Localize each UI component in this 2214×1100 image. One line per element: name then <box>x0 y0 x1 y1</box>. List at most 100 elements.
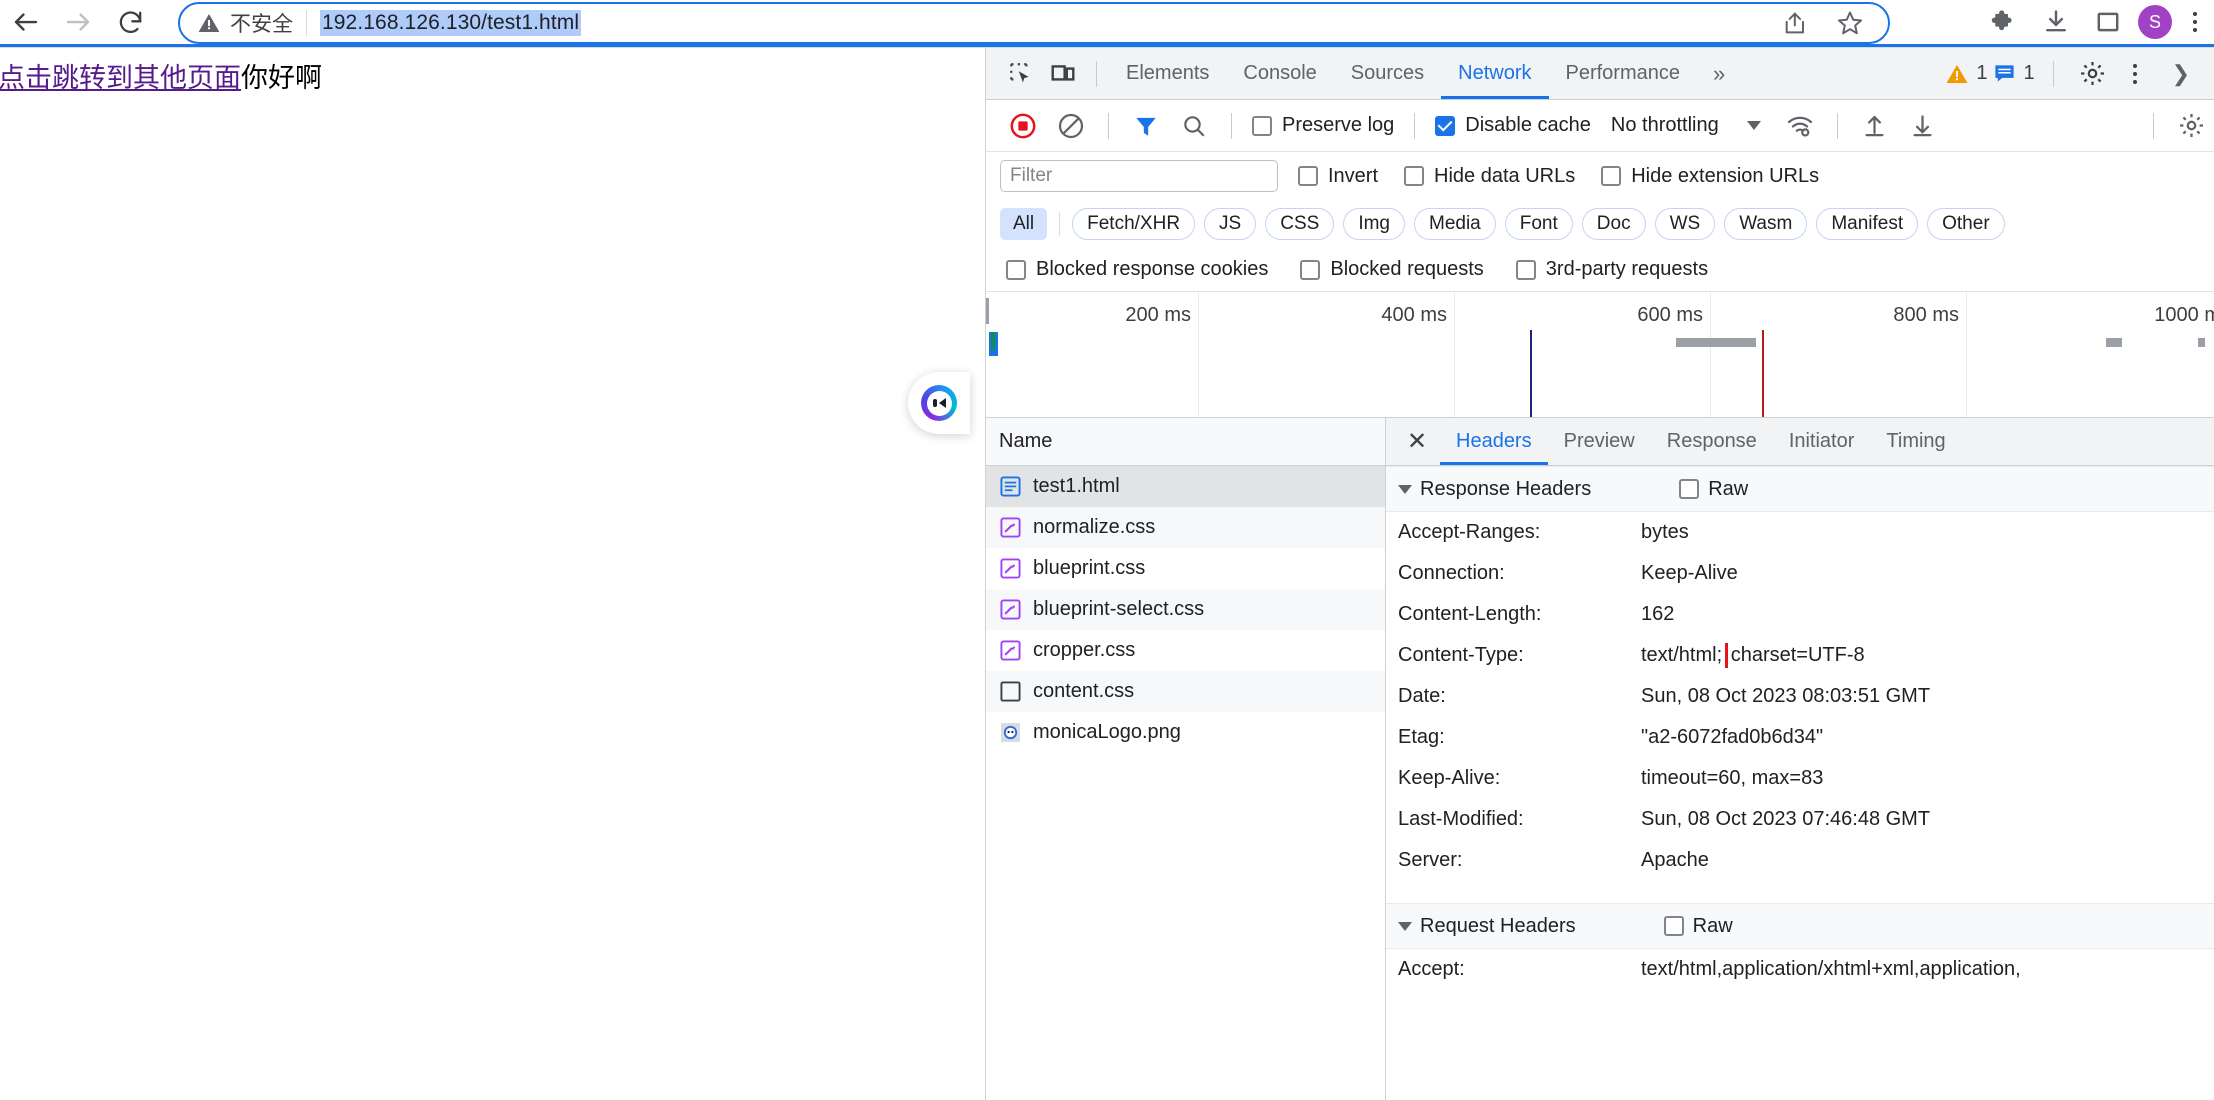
blocked-requests-option[interactable]: Blocked requests <box>1294 258 1489 281</box>
header-value[interactable]: bytes <box>1641 521 1689 544</box>
filter-funnel-icon[interactable] <box>1123 104 1169 148</box>
header-value[interactable]: Sun, 08 Oct 2023 08:03:51 GMT <box>1641 685 1930 708</box>
chevron-down-icon[interactable] <box>1747 121 1761 130</box>
header-value[interactable]: 162 <box>1641 603 1674 626</box>
hide-extension-urls-option[interactable]: Hide extension URLs <box>1595 165 1825 188</box>
tab-performance[interactable]: Performance <box>1549 48 1698 99</box>
monica-assistant-button[interactable] <box>908 372 970 434</box>
filter-pill-font[interactable]: Font <box>1505 208 1573 240</box>
disable-cache-option[interactable]: Disable cache <box>1429 114 1597 137</box>
filter-pill-doc[interactable]: Doc <box>1582 208 1646 240</box>
request-headers-section-header[interactable]: Request Headers Raw <box>1386 903 2214 949</box>
request-column-header[interactable]: Name <box>986 418 1385 466</box>
filter-pill-manifest[interactable]: Manifest <box>1816 208 1918 240</box>
header-value[interactable]: Apache <box>1641 849 1709 872</box>
filter-input[interactable] <box>1000 160 1278 192</box>
tab-preview[interactable]: Preview <box>1548 418 1651 465</box>
network-overview-timeline[interactable]: 200 ms 400 ms 600 ms 800 ms 1000 ms <box>986 292 2214 418</box>
table-row[interactable]: monicaLogo.png <box>986 712 1385 753</box>
filter-pill-media[interactable]: Media <box>1414 208 1496 240</box>
device-toolbar-icon[interactable] <box>1042 54 1084 94</box>
table-row[interactable]: test1.html <box>986 466 1385 507</box>
third-party-requests-checkbox[interactable] <box>1516 260 1536 280</box>
preserve-log-checkbox[interactable] <box>1252 116 1272 136</box>
search-icon[interactable] <box>1171 104 1217 148</box>
response-headers-section-header[interactable]: Response Headers Raw <box>1386 466 2214 512</box>
inspect-element-icon[interactable] <box>1000 54 1042 94</box>
filter-pill-all[interactable]: All <box>1000 208 1047 240</box>
filter-pill-fetch-xhr[interactable]: Fetch/XHR <box>1072 208 1195 240</box>
preserve-log-option[interactable]: Preserve log <box>1246 114 1400 137</box>
share-icon[interactable] <box>1774 1 1818 45</box>
request-raw-option[interactable]: Raw <box>1664 915 1733 938</box>
response-raw-option[interactable]: Raw <box>1679 478 1748 501</box>
forward-arrow-icon[interactable] <box>52 0 104 44</box>
filter-pill-js[interactable]: JS <box>1204 208 1256 240</box>
browser-menu-icon[interactable] <box>2180 0 2210 44</box>
info-badge[interactable]: 1 <box>1993 62 2034 85</box>
back-arrow-icon[interactable] <box>0 0 52 44</box>
devtools-menu-icon[interactable] <box>2120 52 2150 96</box>
filter-pill-wasm[interactable]: Wasm <box>1724 208 1807 240</box>
table-row[interactable]: blueprint.css <box>986 548 1385 589</box>
throttling-select[interactable]: No throttling <box>1599 114 1731 137</box>
table-row[interactable]: blueprint-select.css <box>986 589 1385 630</box>
side-panel-icon[interactable] <box>2086 0 2130 44</box>
disclosure-triangle-icon[interactable] <box>1398 922 1412 931</box>
clear-icon[interactable] <box>1048 104 1094 148</box>
download-har-icon[interactable] <box>1900 104 1946 148</box>
header-value[interactable]: text/html,application/xhtml+xml,applicat… <box>1641 958 2021 981</box>
table-row[interactable]: content.css <box>986 671 1385 712</box>
record-stop-icon[interactable] <box>1000 104 1046 148</box>
download-icon[interactable] <box>2034 0 2078 44</box>
tab-headers[interactable]: Headers <box>1440 418 1548 465</box>
table-row[interactable]: normalize.css <box>986 507 1385 548</box>
request-name: cropper.css <box>1033 639 1135 662</box>
page-link[interactable]: 点击跳转到其他页面 <box>0 63 241 93</box>
more-panels-icon[interactable]: » <box>1697 48 1741 99</box>
table-row[interactable]: cropper.css <box>986 630 1385 671</box>
address-bar[interactable]: 不安全 192.168.126.130/test1.html <box>178 2 1890 44</box>
invert-option[interactable]: Invert <box>1292 165 1384 188</box>
puzzle-piece-icon[interactable] <box>1982 0 2026 44</box>
filter-pill-css[interactable]: CSS <box>1265 208 1334 240</box>
response-raw-checkbox[interactable] <box>1679 479 1699 499</box>
close-icon[interactable]: ✕ <box>1400 425 1434 459</box>
hide-data-urls-checkbox[interactable] <box>1404 166 1424 186</box>
header-value[interactable]: "a2-6072fad0b6d34" <box>1641 726 1823 749</box>
dock-chevron-icon[interactable]: ❯ <box>2156 48 2206 99</box>
tab-network[interactable]: Network <box>1441 48 1548 99</box>
reload-icon[interactable] <box>104 0 156 44</box>
blocked-response-cookies-option[interactable]: Blocked response cookies <box>1000 258 1274 281</box>
network-conditions-icon[interactable] <box>1777 104 1823 148</box>
filter-pill-img[interactable]: Img <box>1343 208 1405 240</box>
tab-response[interactable]: Response <box>1651 418 1773 465</box>
tab-sources[interactable]: Sources <box>1334 48 1441 99</box>
hide-extension-urls-checkbox[interactable] <box>1601 166 1621 186</box>
network-settings-icon[interactable] <box>2168 104 2214 148</box>
filter-pill-other[interactable]: Other <box>1927 208 2005 240</box>
tab-console[interactable]: Console <box>1226 48 1333 99</box>
disable-cache-checkbox[interactable] <box>1435 116 1455 136</box>
header-value[interactable]: Sun, 08 Oct 2023 07:46:48 GMT <box>1641 808 1930 831</box>
upload-har-icon[interactable] <box>1852 104 1898 148</box>
gear-icon[interactable] <box>2072 54 2114 94</box>
header-value[interactable]: Keep-Alive <box>1641 562 1738 585</box>
tab-initiator[interactable]: Initiator <box>1773 418 1871 465</box>
third-party-requests-option[interactable]: 3rd-party requests <box>1510 258 1714 281</box>
tab-elements[interactable]: Elements <box>1109 48 1226 99</box>
warning-badge[interactable]: 1 <box>1945 62 1987 86</box>
invert-checkbox[interactable] <box>1298 166 1318 186</box>
profile-avatar[interactable]: S <box>2138 5 2172 39</box>
blocked-requests-checkbox[interactable] <box>1300 260 1320 280</box>
url-text[interactable]: 192.168.126.130/test1.html <box>320 10 581 36</box>
star-icon[interactable] <box>1828 1 1872 45</box>
tab-timing[interactable]: Timing <box>1870 418 1961 465</box>
request-raw-checkbox[interactable] <box>1664 916 1684 936</box>
header-value[interactable]: timeout=60, max=83 <box>1641 767 1823 790</box>
filter-pill-ws[interactable]: WS <box>1655 208 1716 240</box>
header-value[interactable]: text/html; charset=UTF-8 <box>1641 643 1868 668</box>
disclosure-triangle-icon[interactable] <box>1398 485 1412 494</box>
blocked-response-cookies-checkbox[interactable] <box>1006 260 1026 280</box>
hide-data-urls-option[interactable]: Hide data URLs <box>1398 165 1581 188</box>
